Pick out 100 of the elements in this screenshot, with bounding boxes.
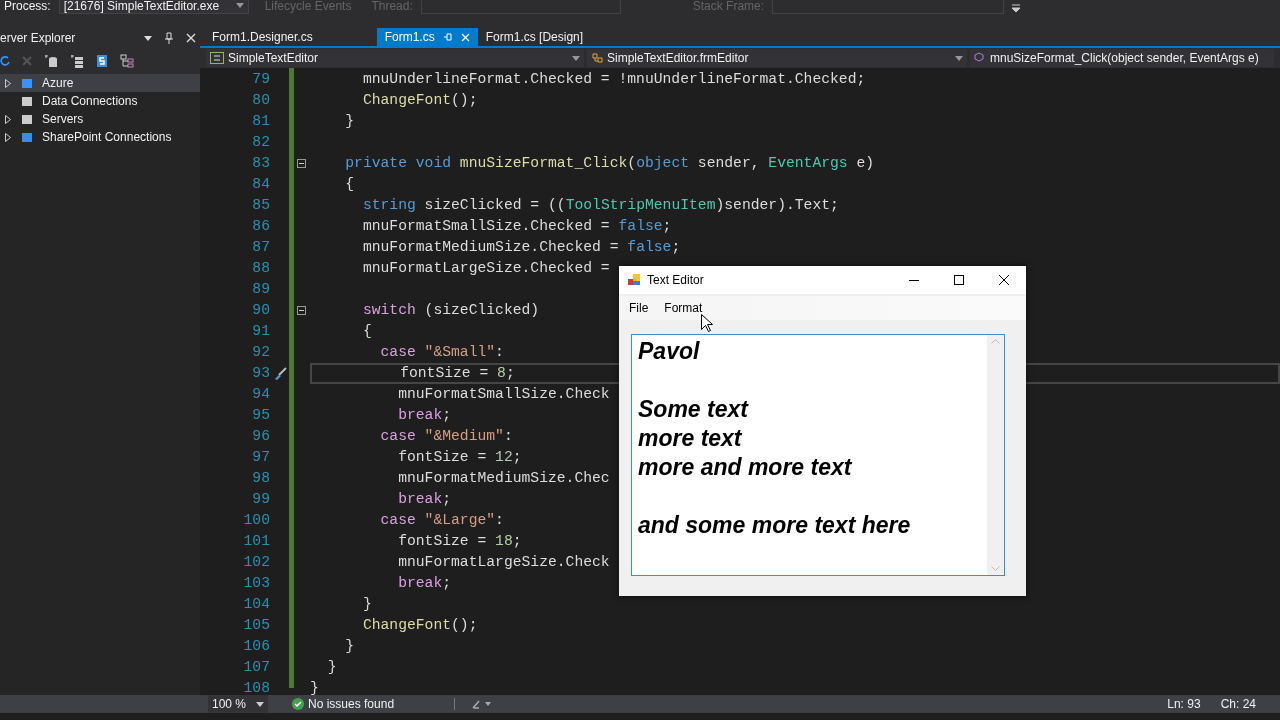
minimize-icon	[908, 279, 919, 281]
code-line: private void mnuSizeFormat_Click(object sender, EventArgs e)	[344, 154, 875, 174]
expander-icon[interactable]	[5, 78, 11, 88]
close-icon	[998, 275, 1009, 285]
code-line: mnuFormatSmallSize.Checked = false;	[361, 217, 672, 237]
document-tab[interactable]: Form1.cs [Design]	[477, 28, 592, 46]
lifecycle-events-label: Lifecycle Events	[264, 0, 352, 12]
node-icon	[20, 77, 34, 89]
brush-icon[interactable]	[471, 699, 494, 709]
line-position: Ln: 93	[1167, 696, 1201, 713]
method-icon	[974, 52, 986, 64]
line-number: 104	[242, 595, 270, 615]
code-line: ChangeFont();	[361, 616, 478, 636]
line-number: 82	[251, 133, 270, 153]
code-line: ChangeFont();	[361, 91, 478, 111]
code-line: case "&Small":	[379, 343, 504, 363]
line-number: 89	[251, 280, 270, 300]
line-number: 83	[251, 154, 270, 174]
text-area[interactable]: Pavol Some text more text more and more text and some more text here	[631, 334, 1005, 576]
zoom-dropdown[interactable]: 100 %	[208, 695, 268, 713]
caret-icon	[955, 55, 963, 61]
line-number: 105	[242, 616, 270, 636]
csharp-file-icon	[210, 52, 224, 64]
caret-icon	[572, 55, 580, 61]
mouse-cursor-icon	[701, 314, 713, 333]
database-icon[interactable]	[44, 54, 58, 68]
stack-frame-label: Stack Frame:	[692, 0, 765, 12]
sharepoint-icon[interactable]	[96, 54, 108, 68]
menu-item[interactable]: File	[629, 299, 649, 317]
overflow-icon[interactable]	[1012, 4, 1021, 12]
code-line: }	[344, 112, 355, 132]
line-number: 80	[251, 91, 270, 111]
line-number: 87	[251, 238, 270, 258]
collapse-icon[interactable]	[297, 159, 306, 168]
line-number: 81	[251, 112, 270, 132]
code-line: fontSize = 12;	[397, 448, 522, 468]
line-number: 96	[251, 427, 270, 447]
code-line: {	[344, 175, 355, 195]
process-label: Process:	[4, 0, 51, 12]
line-number: 94	[251, 385, 270, 405]
caret-icon	[144, 35, 152, 41]
class-dropdown[interactable]: SimpleTextEditor.frmEditor	[587, 49, 967, 67]
diagram-icon[interactable]	[120, 54, 134, 68]
project-dropdown[interactable]: SimpleTextEditor	[206, 49, 584, 67]
node-icon	[20, 95, 34, 107]
code-line: case "&Large":	[379, 511, 504, 531]
node-icon	[20, 113, 34, 125]
panel-title: erver Explorer	[0, 30, 77, 47]
line-number: 108	[242, 679, 270, 695]
window-title: Text Editor	[647, 272, 705, 289]
caret-icon	[235, 3, 244, 8]
close-icon[interactable]	[186, 33, 196, 43]
line-number: 84	[251, 175, 270, 195]
column-position: Ch: 24	[1220, 696, 1256, 713]
code-line: }	[361, 595, 372, 615]
line-number: 92	[251, 343, 270, 363]
line-number: 85	[251, 196, 270, 216]
line-number: 106	[242, 637, 270, 657]
process-dropdown[interactable]: [21676] SimpleTextEditor.exe	[58, 0, 249, 14]
code-line: fontSize = 18;	[397, 532, 522, 552]
tree-item[interactable]: Servers	[0, 110, 200, 128]
collapse-icon[interactable]	[297, 306, 306, 315]
pin-icon[interactable]	[164, 32, 174, 44]
class-icon	[591, 52, 603, 64]
tree-item[interactable]: SharePoint Connections	[0, 128, 200, 146]
issues-status[interactable]: No issues found	[308, 695, 395, 713]
refresh-icon[interactable]	[0, 55, 10, 67]
code-line: mnuFormatMediumSize.Checked = false;	[361, 238, 681, 258]
code-line: mnuFormatLargeSize.Checked =	[361, 259, 610, 279]
node-icon	[20, 131, 34, 143]
code-line: mnuFormatSmallSize.Check	[397, 385, 610, 405]
member-dropdown[interactable]: mnuSizeFormat_Click(object sender, EventArgs e)	[970, 49, 1274, 67]
tree-item-label: Azure	[42, 75, 74, 92]
line-number: 86	[251, 217, 270, 237]
line-number: 79	[251, 70, 270, 90]
line-number: 107	[242, 658, 270, 678]
code-line: }	[310, 679, 319, 695]
line-number: 93	[251, 364, 270, 384]
line-number: 102	[242, 553, 270, 573]
tree-item-label: Data Connections	[42, 93, 138, 110]
check-icon	[292, 698, 304, 710]
line-number: 88	[251, 259, 270, 279]
caret-icon	[256, 701, 264, 707]
menu-item[interactable]: Format	[664, 299, 703, 317]
server-icon[interactable]	[70, 54, 84, 68]
code-line: case "&Medium":	[379, 427, 513, 447]
tree-item[interactable]: Data Connections	[0, 92, 200, 110]
maximize-icon	[953, 275, 964, 285]
code-line: }	[326, 658, 337, 678]
document-tab[interactable]: Form1.Designer.cs	[204, 28, 321, 46]
code-line: }	[344, 637, 355, 657]
tree-item-label: Servers	[42, 111, 84, 128]
line-number: 90	[251, 301, 270, 321]
code-line: string sizeClicked = ((ToolStripMenuItem)sender).Text;	[361, 196, 839, 216]
tree-item[interactable]: Azure	[0, 74, 200, 92]
code-line: mnuFormatLargeSize.Check	[397, 553, 610, 573]
app-icon	[627, 273, 641, 287]
code-line: break;	[397, 406, 452, 426]
tree-item-label: SharePoint Connections	[42, 129, 172, 146]
code-line: mnuFormatMediumSize.Chec	[397, 469, 610, 489]
